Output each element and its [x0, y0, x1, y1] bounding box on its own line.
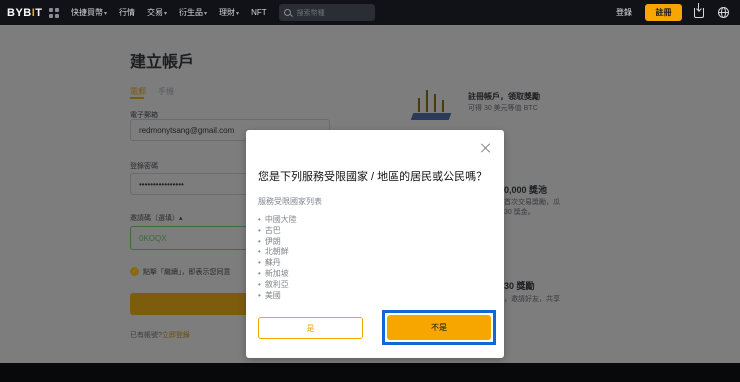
password-label: 登錄密碼: [130, 163, 158, 170]
tab-email[interactable]: 電郵: [130, 86, 146, 97]
promo-subtitle: 可得 30 美元等值 BTC: [468, 105, 538, 112]
agree-checkbox[interactable]: ✓: [130, 267, 139, 276]
yes-button[interactable]: 是: [258, 317, 363, 339]
no-button[interactable]: 不是: [387, 315, 491, 340]
nav-trade[interactable]: 交易▾: [147, 7, 167, 18]
list-item: 古巴: [258, 226, 297, 237]
reward-illustration: [410, 80, 452, 120]
have-account-text: 已有帳號?立即登錄: [130, 330, 190, 340]
list-item: 新加坡: [258, 269, 297, 280]
promo2-line1: 首次交易獎勵，瓜: [504, 199, 560, 206]
have-account-label: 已有帳號?: [130, 332, 162, 339]
search-input[interactable]: 搜索幣種: [278, 4, 375, 21]
apps-grid-icon[interactable]: [49, 7, 59, 18]
list-item: 伊朗: [258, 237, 297, 248]
nav-earn[interactable]: 理財▾: [219, 7, 239, 18]
dialog-subtitle: 服務受限國家列表: [258, 197, 322, 206]
login-link[interactable]: 登錄: [616, 7, 632, 18]
nav-quick-buy[interactable]: 快捷買幣▾: [71, 7, 107, 18]
register-button[interactable]: 註冊: [645, 4, 682, 21]
continue-button[interactable]: [130, 293, 248, 315]
restricted-region-dialog: 您是下列服務受限國家 / 地區的居民或公民嗎？ 服務受限國家列表 中國大陸 古巴…: [246, 130, 504, 358]
list-item: 蘇丹: [258, 258, 297, 269]
download-icon: [694, 2, 704, 18]
promo2-title: 0,000 獎池: [504, 185, 548, 195]
login-now-link[interactable]: 立即登錄: [162, 332, 190, 339]
restricted-region-list: 中國大陸 古巴 伊朗 北朝鮮 蘇丹 新加坡 敘利亞 美國: [258, 215, 297, 301]
nav-right: 登錄 註冊: [616, 0, 740, 25]
footer-strip: [0, 363, 740, 382]
list-item: 美國: [258, 291, 297, 302]
search-placeholder: 搜索幣種: [296, 9, 325, 17]
globe-icon: [717, 7, 729, 18]
tab-underline: [130, 97, 144, 99]
dialog-title: 您是下列服務受限國家 / 地區的居民或公民嗎？: [258, 171, 488, 183]
nav-markets[interactable]: 行情: [119, 7, 135, 18]
download-button[interactable]: [692, 2, 706, 20]
promo2-line2: 30 獎金。: [504, 209, 535, 216]
language-button[interactable]: [716, 6, 730, 20]
nav-derivatives[interactable]: 衍生品▾: [179, 7, 207, 18]
search-icon: [283, 9, 291, 16]
promo3-line1: ，邀請好友，共享: [504, 296, 560, 303]
list-item: 北朝鮮: [258, 247, 297, 258]
nav-nft[interactable]: NFT: [251, 8, 267, 17]
promo3-title: 30 獎勵: [504, 281, 535, 291]
top-nav: BYBIT 快捷買幣▾ 行情 交易▾ 衍生品▾ 理財▾ NFT 搜索幣種 登錄 …: [0, 0, 740, 25]
page-title: 建立帳戶: [130, 54, 195, 71]
bybit-logo[interactable]: BYBIT: [7, 7, 43, 19]
list-item: 敘利亞: [258, 280, 297, 291]
close-icon[interactable]: [479, 142, 491, 154]
promo-title: 註冊帳戶，領取獎勵: [468, 92, 540, 101]
list-item: 中國大陸: [258, 215, 297, 226]
tab-phone[interactable]: 手機: [158, 86, 174, 97]
referral-code-label[interactable]: 邀請碼（選填）▴: [130, 213, 183, 223]
agree-text: 點擊「繼續」，即表示您同意: [143, 269, 231, 276]
